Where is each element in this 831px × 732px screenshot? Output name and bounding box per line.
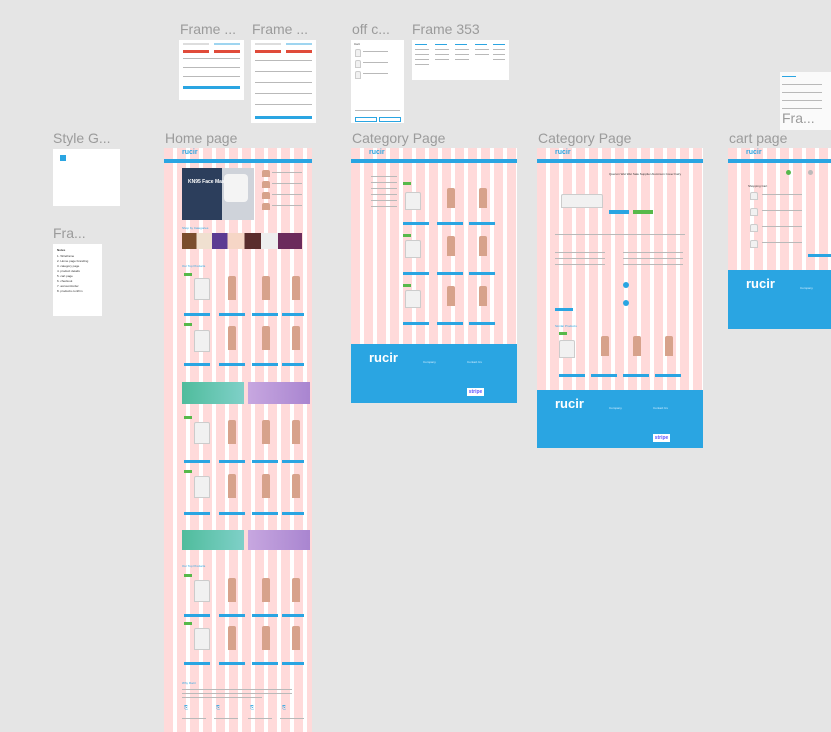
frame-label-fra-right[interactable]: Fra... — [782, 110, 815, 126]
notes-item: 6. checkout — [57, 279, 73, 283]
frame-label-fra[interactable]: Fra... — [53, 225, 86, 241]
category1-footer-col1: Company — [423, 360, 436, 364]
home-page-frame[interactable]: rucir KN95 Face Mask Shop by Categories … — [164, 148, 312, 732]
frame-353-preview[interactable] — [412, 40, 509, 80]
frame-1-preview[interactable] — [179, 40, 244, 100]
category2-footer-col1: Company — [609, 406, 622, 410]
category1-stripe-badge: stripe — [467, 388, 484, 396]
frame-label-353[interactable]: Frame 353 — [412, 21, 480, 37]
product-title: Querum Wet Wet Sale Supplier Aluminum Co… — [609, 172, 682, 176]
notes-item: 5. cart page — [57, 274, 73, 278]
frame-label-cart[interactable]: cart page — [729, 130, 787, 146]
notes-item: 1. Wireframe — [57, 254, 75, 258]
notes-item: 2. Home page branding — [57, 259, 89, 263]
frame-label-styleguide[interactable]: Style G... — [53, 130, 111, 146]
category2-footer-col2: Contact Us — [653, 406, 668, 410]
category2-footer-logo: rucir — [555, 396, 584, 411]
notes-item: 3. category page — [57, 264, 80, 268]
frame-label-home[interactable]: Home page — [165, 130, 237, 146]
notes-item: 8. products confirm — [57, 289, 83, 293]
frame-label-category-2[interactable]: Category Page — [538, 130, 631, 146]
frame-2-preview[interactable] — [251, 40, 316, 123]
cart-logo[interactable]: rucir — [746, 149, 762, 156]
category1-logo[interactable]: rucir — [369, 149, 385, 156]
category1-footer-col2: Contact Us — [467, 360, 482, 364]
categories-heading: Shop by Categories — [182, 226, 209, 230]
category2-stripe-badge: stripe — [653, 434, 670, 442]
cart-footer-logo: rucir — [746, 276, 775, 291]
frame-label-offc[interactable]: off c... — [352, 21, 390, 37]
frame-label-1[interactable]: Frame ... — [180, 21, 236, 37]
frame-label-2[interactable]: Frame ... — [252, 21, 308, 37]
notes-title: Notes — [57, 248, 66, 252]
cart-page-frame[interactable]: rucir Shopping Cart rucir Company — [728, 148, 831, 329]
styleguide-preview[interactable] — [53, 149, 120, 206]
top-products-heading: Our Top Products — [182, 264, 206, 268]
frame-label-category-1[interactable]: Category Page — [352, 130, 445, 146]
why-heading: Why Rucir — [182, 681, 196, 685]
color-swatch — [60, 155, 66, 161]
category-page-1-frame[interactable]: rucir rucir Company Contact Us stripe — [351, 148, 517, 403]
notes-item: 4. product details — [57, 269, 80, 273]
category-page-2-frame[interactable]: rucir Querum Wet Wet Sale Supplier Alumi… — [537, 148, 703, 448]
notes-frame[interactable]: Notes 1. Wireframe 2. Home page branding… — [53, 244, 102, 316]
notes-item: 7. account/order — [57, 284, 79, 288]
hero-title: KN95 Face Mask — [188, 179, 228, 185]
cart-footer-col: Company — [800, 286, 813, 290]
category2-logo[interactable]: rucir — [555, 149, 571, 156]
home-logo[interactable]: rucir — [182, 149, 198, 156]
offcanvas-preview[interactable]: Cart — [351, 40, 404, 123]
category1-footer-logo: rucir — [369, 350, 398, 365]
